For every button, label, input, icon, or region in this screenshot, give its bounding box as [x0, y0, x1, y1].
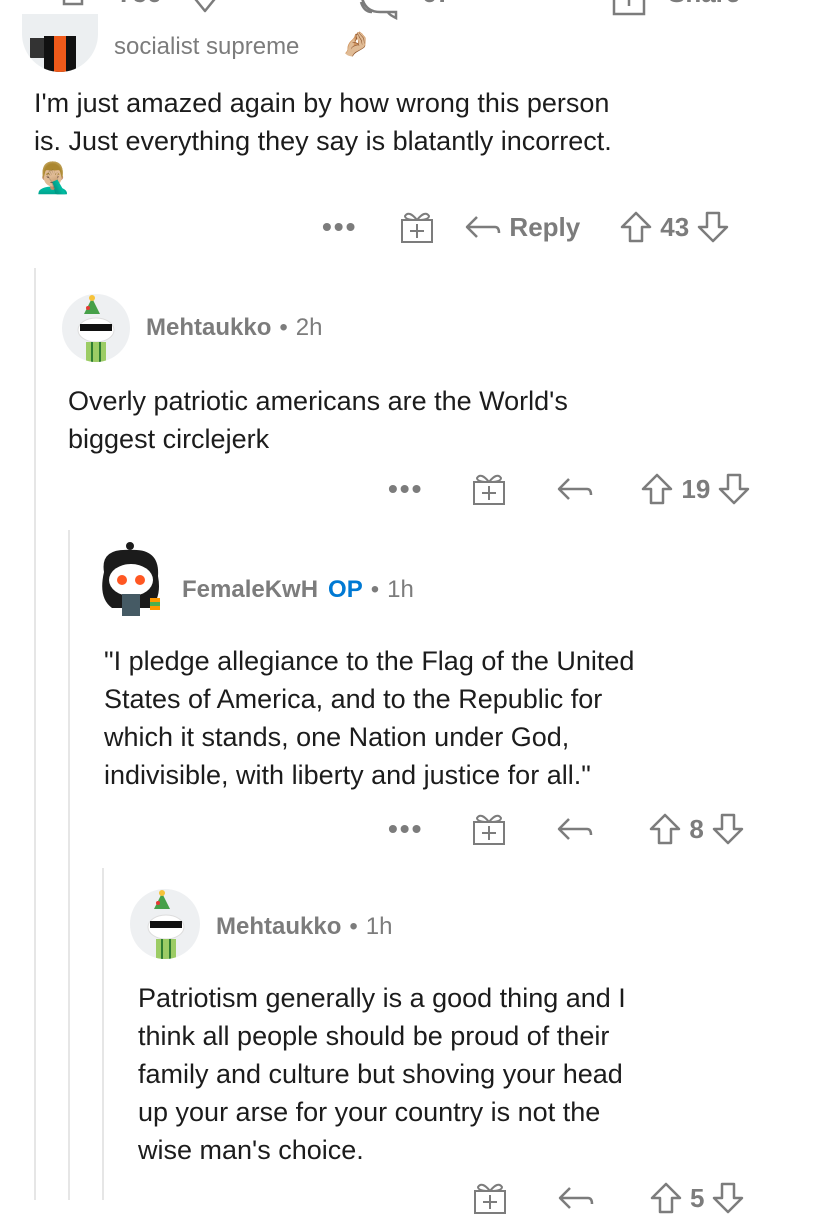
comment-body: I'm just amazed again by how wrong this … [34, 84, 612, 198]
user-flair-emoji: 🤌🏼 [341, 31, 371, 58]
comment-line: States of America, and to the Republic f… [104, 684, 603, 714]
comment-line: wise man's choice. [138, 1135, 364, 1165]
downvote-icon[interactable] [718, 473, 750, 505]
comment-actions: ••• 8 [388, 812, 744, 846]
gift-icon[interactable] [471, 812, 507, 846]
upvote-icon[interactable] [649, 813, 681, 845]
comment-mehtaukko-2h: Mehtaukko • 2h Overly patriotic american… [0, 270, 813, 530]
reply-arrow-icon[interactable] [558, 1186, 594, 1210]
comment-actions: ••• 19 [388, 472, 750, 506]
comment-line: Patriotism generally is a good thing and… [138, 983, 626, 1013]
reply-arrow-icon[interactable] [557, 817, 593, 841]
comment-time: 1h [387, 576, 414, 603]
downvote-icon[interactable] [712, 813, 744, 845]
reply-button[interactable]: Reply [509, 212, 580, 243]
comment-username[interactable]: Mehtaukko [146, 314, 271, 342]
comment-socialist-supreme: socialist supreme 🤌🏼 I'm just amazed aga… [0, 0, 813, 260]
comment-line: I'm just amazed again by how wrong this … [34, 88, 610, 118]
separator-dot: • [349, 913, 358, 940]
comment-meta: FemaleKwH OP • 1h [182, 576, 414, 604]
more-icon[interactable]: ••• [388, 815, 423, 843]
comment-mehtaukko-1h: Mehtaukko • 1h Patriotism generally is a… [0, 875, 813, 1214]
comment-meta: Mehtaukko • 1h [216, 913, 392, 941]
avatar[interactable] [22, 14, 98, 72]
comment-femalekwh: FemaleKwH OP • 1h "I pledge allegiance t… [0, 540, 813, 870]
comment-line: indivisible, with liberty and justice fo… [104, 760, 591, 790]
more-icon[interactable]: ••• [322, 213, 357, 241]
score: 5 [690, 1182, 705, 1213]
op-badge: OP [328, 576, 363, 603]
score: 8 [689, 813, 704, 844]
comment-line: Overly patriotic americans are the World… [68, 386, 568, 416]
gift-icon[interactable] [399, 210, 435, 244]
comment-line: up your arse for your country is not the [138, 1097, 601, 1127]
avatar[interactable] [62, 294, 130, 362]
score: 19 [681, 473, 711, 504]
more-icon[interactable]: ••• [388, 475, 423, 503]
comment-time: 1h [365, 913, 393, 940]
comment-actions: 5 [472, 1181, 744, 1215]
comment-actions: ••• Reply 43 [322, 210, 729, 244]
separator-dot: • [279, 314, 288, 341]
score: 43 [660, 211, 690, 242]
comment-username[interactable]: Mehtaukko [216, 913, 341, 941]
upvote-icon[interactable] [641, 473, 673, 505]
reply-arrow-icon[interactable] [465, 215, 501, 239]
comment-meta: Mehtaukko • 2h [146, 314, 322, 342]
comment-body: "I pledge allegiance to the Flag of the … [104, 642, 634, 794]
reply-arrow-icon[interactable] [557, 477, 593, 501]
downvote-icon[interactable] [712, 1182, 744, 1214]
comment-line: which it stands, one Nation under God, [104, 722, 570, 752]
comment-username[interactable]: socialist supreme [114, 33, 299, 61]
separator-dot: • [370, 576, 380, 603]
comment-body: Patriotism generally is a good thing and… [138, 979, 626, 1169]
gift-icon[interactable] [471, 472, 507, 506]
gift-icon[interactable] [472, 1181, 508, 1215]
comment-line: "I pledge allegiance to the Flag of the … [104, 646, 635, 676]
comment-line: family and culture but shoving your head [138, 1059, 623, 1089]
comment-line: biggest circlejerk [68, 424, 270, 454]
downvote-icon[interactable] [697, 211, 729, 243]
facepalm-emoji: 🤦🏼‍♂️ [34, 162, 72, 195]
avatar[interactable] [96, 542, 166, 618]
upvote-icon[interactable] [620, 211, 652, 243]
comment-line: is. Just everything they say is blatantl… [34, 126, 612, 156]
upvote-icon[interactable] [650, 1182, 682, 1214]
comment-time: 2h [295, 314, 323, 341]
comment-body: Overly patriotic americans are the World… [68, 382, 568, 458]
avatar[interactable] [130, 889, 200, 959]
comment-line: think all people should be proud of thei… [138, 1021, 610, 1051]
comment-username[interactable]: FemaleKwH [182, 576, 318, 604]
